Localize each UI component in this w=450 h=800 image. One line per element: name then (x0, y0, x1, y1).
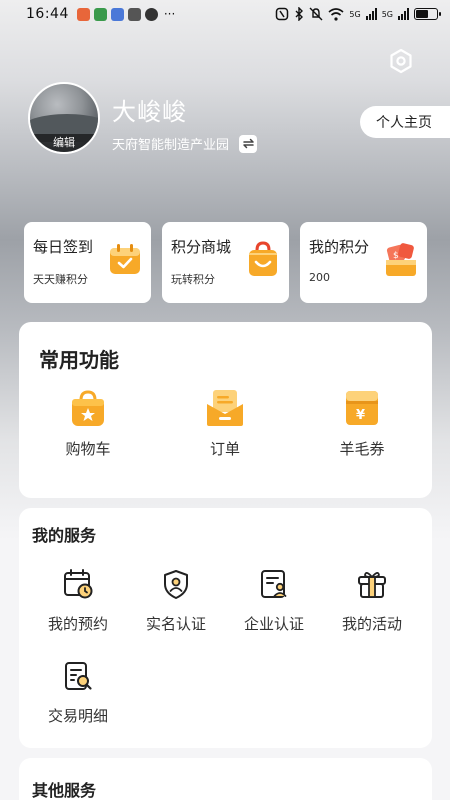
bluetooth-icon (295, 7, 304, 21)
network-type-label: 5G (349, 9, 361, 19)
function-label: 购物车 (65, 440, 111, 458)
transaction-details-button[interactable]: 交易明细 (32, 660, 124, 726)
service-label: 我的预约 (47, 615, 108, 633)
nfc-icon (276, 7, 289, 21)
service-label: 我的活动 (341, 615, 402, 633)
more-notifications-icon: ··· (163, 7, 176, 21)
signal-strength-icon (398, 8, 409, 20)
organization-name: 天府智能制造产业园 (112, 138, 230, 153)
my-points-card[interactable]: 我的积分 200 $ (300, 222, 427, 303)
svg-text:$: $ (393, 251, 399, 261)
signal-strength-icon (365, 8, 377, 20)
real-name-verification-button[interactable]: 实名认证 (130, 568, 222, 634)
shopping-cart-button[interactable]: 购物车 (38, 388, 138, 459)
gift-box-icon (358, 572, 386, 598)
app-notification-icon (110, 7, 124, 21)
avatar[interactable]: 编辑 (28, 82, 100, 154)
svg-text:¥: ¥ (356, 408, 365, 423)
switch-organization-icon[interactable] (239, 134, 258, 153)
orders-button[interactable]: 订单 (175, 388, 275, 459)
app-notification-icon (76, 7, 90, 21)
document-user-icon (261, 570, 287, 598)
document-search-icon (65, 662, 92, 690)
coupon-wallet-icon: ¥ (346, 391, 378, 425)
points-mall-card[interactable]: 积分商城 玩转积分 (162, 222, 289, 303)
enterprise-verification-button[interactable]: 企业认证 (228, 568, 320, 634)
daily-checkin-card[interactable]: 每日签到 天天赚积分 (24, 222, 151, 303)
calendar-check-icon (110, 244, 140, 274)
quick-cards: 每日签到 天天赚积分 积分商城 玩转积分 我的积分 200 $ (24, 222, 427, 303)
settings-icon[interactable] (388, 48, 414, 74)
personal-homepage-button[interactable]: 个人主页 (360, 106, 450, 138)
shopping-bag-icon (249, 241, 277, 276)
other-services-panel: 其他服务 (19, 758, 432, 800)
my-appointments-button[interactable]: 我的预约 (32, 568, 124, 634)
system-status: 5G 5G (275, 7, 441, 21)
network-type-label: 5G (381, 9, 393, 19)
common-functions-panel: 常用功能 购物车 订单 ¥ 羊毛券 (19, 322, 432, 498)
my-activities-button[interactable]: 我的活动 (326, 568, 418, 634)
function-label: 订单 (209, 440, 240, 458)
order-envelope-icon (207, 390, 243, 426)
my-services-panel: 我的服务 我的预约 实名认证 企业认证 我的活动 交易明细 (19, 508, 432, 748)
calendar-clock-icon (64, 569, 93, 599)
section-title: 常用功能 (39, 348, 119, 372)
service-label: 企业认证 (243, 615, 304, 633)
section-title: 我的服务 (32, 526, 97, 545)
service-label: 实名认证 (145, 615, 206, 633)
function-label: 羊毛券 (339, 440, 385, 458)
status-time: 16:44 (26, 6, 69, 22)
shopping-bag-star-icon (72, 390, 104, 426)
battery-icon (414, 8, 441, 20)
status-bar: 16:44 ··· 5G 5G (0, 0, 450, 28)
notification-icons: ··· (76, 7, 176, 21)
shield-user-icon (164, 570, 188, 599)
chat-notification-icon (144, 7, 158, 21)
wifi-icon (328, 7, 344, 21)
edit-avatar-button[interactable]: 编辑 (30, 134, 98, 152)
app-notification-icon (93, 7, 107, 21)
coin-box-icon: $ (386, 243, 416, 276)
service-label: 交易明细 (47, 707, 108, 725)
section-title: 其他服务 (32, 781, 97, 800)
username: 大峻峻 (112, 98, 187, 126)
app-notification-icon (127, 7, 141, 21)
coupons-button[interactable]: ¥ 羊毛券 (312, 388, 412, 459)
organization-row: 天府智能制造产业园 (112, 134, 258, 153)
mute-icon (309, 7, 323, 21)
